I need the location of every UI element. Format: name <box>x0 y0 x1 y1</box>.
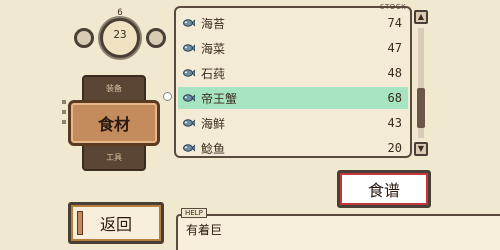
category-prev[interactable]: 装备 <box>82 83 146 94</box>
date-dial: 6 23 <box>70 6 170 60</box>
item-quantity: 47 <box>387 41 402 55</box>
category-next[interactable]: 工具 <box>82 152 146 163</box>
wood-handle-icon <box>77 211 83 235</box>
help-box <box>176 214 500 250</box>
help-text: 有着巨 <box>186 223 223 237</box>
month-label: 6 <box>117 8 123 18</box>
list-item[interactable]: 鲶鱼 20 <box>178 137 408 159</box>
list-item[interactable]: 石莼 48 <box>178 62 408 84</box>
fish-icon <box>183 94 195 102</box>
item-name: 帝王蟹 <box>201 91 238 106</box>
list-item[interactable]: 海鲜 43 <box>178 112 408 134</box>
scroll-down-arrow-icon[interactable]: ▼ <box>414 142 428 156</box>
item-quantity: 48 <box>387 66 402 80</box>
fish-icon <box>183 144 195 152</box>
scroll-thumb[interactable] <box>417 88 425 128</box>
fish-icon <box>183 119 195 127</box>
day-label: 23 <box>113 28 127 41</box>
item-name: 海鲜 <box>201 116 226 131</box>
stock-header: STOCK <box>380 3 407 11</box>
fish-icon <box>183 69 195 77</box>
list-item[interactable]: 帝王蟹 68 <box>178 87 408 109</box>
recipe-button[interactable]: 食谱 <box>337 170 431 208</box>
item-name: 海菜 <box>201 41 226 56</box>
list-item[interactable]: 海菜 47 <box>178 37 408 59</box>
scroll-up-arrow-icon[interactable]: ▲ <box>414 10 428 24</box>
help-tag: HELP <box>181 208 207 218</box>
item-quantity: 74 <box>387 16 402 30</box>
fish-icon <box>183 44 195 52</box>
category-selector[interactable]: 装备 食材 工具 <box>62 75 166 171</box>
item-quantity: 20 <box>387 141 402 155</box>
cursor-pointer-icon <box>163 92 172 101</box>
fish-icon <box>183 19 195 27</box>
list-scrollbar[interactable]: ▲ ▼ <box>414 10 428 156</box>
category-current[interactable]: 食材 <box>68 100 160 146</box>
item-name: 海苔 <box>201 16 226 31</box>
back-button[interactable]: 返回 <box>68 202 164 244</box>
item-name: 鲶鱼 <box>201 141 226 156</box>
item-quantity: 68 <box>387 91 402 105</box>
item-name: 石莼 <box>201 66 226 81</box>
list-item[interactable]: 海苔 74 <box>178 12 408 34</box>
back-button-label: 返回 <box>99 215 132 234</box>
item-quantity: 43 <box>387 116 402 130</box>
